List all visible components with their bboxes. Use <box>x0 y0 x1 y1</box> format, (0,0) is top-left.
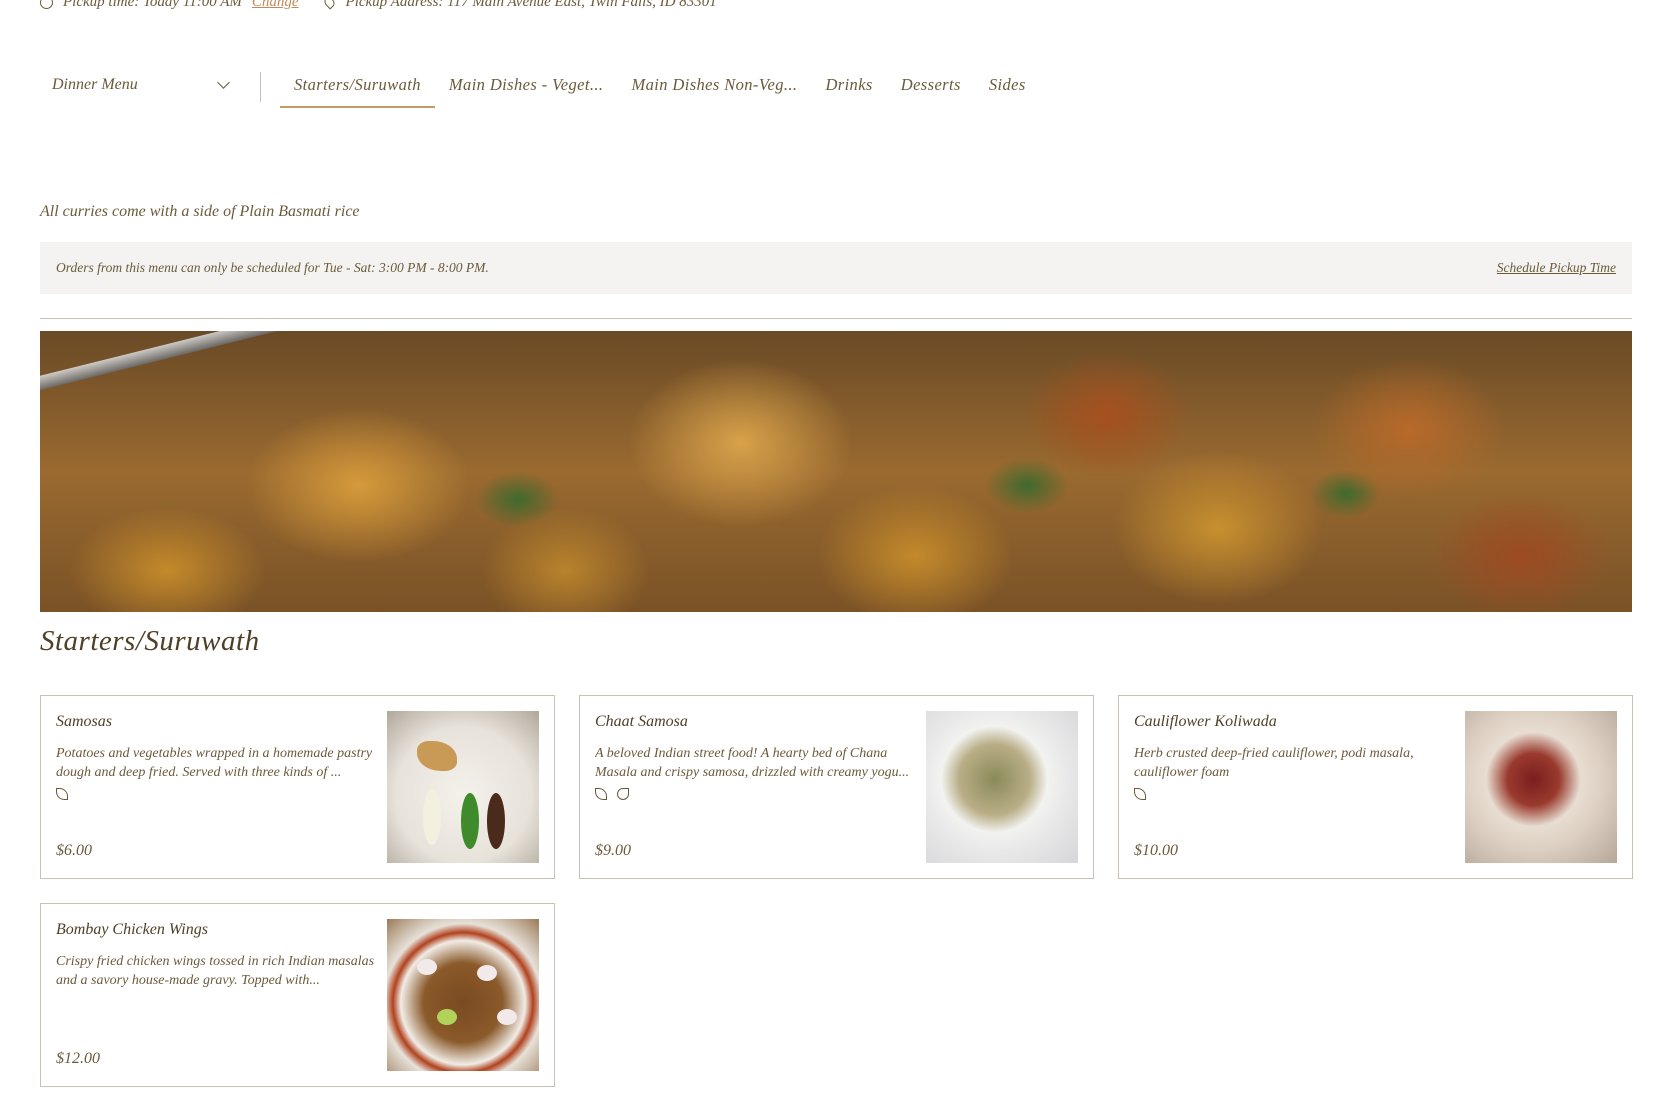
pickup-address: Pickup Address: 117 Main Avenue East, Tw… <box>345 0 717 10</box>
item-price: $6.00 <box>56 842 92 859</box>
menu-dropdown[interactable]: Dinner Menu <box>40 70 230 100</box>
schedule-pickup-link[interactable]: Schedule Pickup Time <box>1497 260 1616 276</box>
tab-sides[interactable]: Sides <box>975 66 1040 108</box>
vertical-divider <box>260 72 261 102</box>
spicy-icon <box>617 788 629 800</box>
item-image <box>926 711 1078 863</box>
item-description: A beloved Indian street food! A hearty b… <box>595 746 910 780</box>
item-image <box>1465 711 1617 863</box>
clock-icon <box>40 0 53 9</box>
tab-main-vegetarian[interactable]: Main Dishes - Veget... <box>435 66 618 108</box>
item-image <box>387 919 539 1071</box>
chevron-down-icon <box>217 76 230 89</box>
item-price: $9.00 <box>595 842 631 859</box>
section-banner-image <box>40 331 1632 612</box>
item-tags <box>1134 788 1146 800</box>
menu-item-card-bombay-chicken-wings[interactable]: Bombay Chicken Wings Crispy fried chicke… <box>40 903 555 1087</box>
menu-item-card-chaat-samosa[interactable]: Chaat Samosa A beloved Indian street foo… <box>579 695 1094 879</box>
vegetarian-icon <box>56 788 68 800</box>
item-name: Chaat Samosa <box>595 713 688 730</box>
section-title: Starters/Suruwath <box>40 625 260 657</box>
vegetarian-icon <box>1134 788 1146 800</box>
item-price: $12.00 <box>56 1050 100 1067</box>
menu-note: All curries come with a side of Plain Ba… <box>40 203 360 220</box>
tab-desserts[interactable]: Desserts <box>887 66 975 108</box>
menu-item-card-samosas[interactable]: Samosas Potatoes and vegetables wrapped … <box>40 695 555 879</box>
tab-main-non-veg[interactable]: Main Dishes Non-Veg... <box>617 66 811 108</box>
menu-navigation: Dinner Menu Starters/Suruwath Main Dishe… <box>40 66 1632 110</box>
item-description: Crispy fried chicken wings tossed in ric… <box>56 954 375 988</box>
menu-item-card-cauliflower-koliwada[interactable]: Cauliflower Koliwada Herb crusted deep-f… <box>1118 695 1633 879</box>
vegetarian-icon <box>595 788 607 800</box>
change-pickup-link[interactable]: Change <box>252 0 299 11</box>
schedule-message: Orders from this menu can only be schedu… <box>56 260 489 275</box>
tab-drinks[interactable]: Drinks <box>811 66 886 108</box>
item-name: Bombay Chicken Wings <box>56 921 208 938</box>
item-price: $10.00 <box>1134 842 1178 859</box>
menu-dropdown-value: Dinner Menu <box>52 76 138 93</box>
schedule-notice: Orders from this menu can only be schedu… <box>40 242 1632 294</box>
pickup-info-bar: Pickup time: Today 11:00 AM Change Picku… <box>40 0 723 12</box>
item-description: Herb crusted deep-fried cauliflower, pod… <box>1134 746 1414 780</box>
category-tabs: Starters/Suruwath Main Dishes - Veget...… <box>280 66 1040 108</box>
item-image <box>387 711 539 863</box>
tab-starters[interactable]: Starters/Suruwath <box>280 66 435 108</box>
item-name: Cauliflower Koliwada <box>1134 713 1277 730</box>
pickup-time: Pickup time: Today 11:00 AM <box>63 0 242 10</box>
item-name: Samosas <box>56 713 113 730</box>
item-tags <box>56 788 68 800</box>
item-tags <box>595 788 629 800</box>
location-pin-icon <box>321 0 337 10</box>
item-description: Potatoes and vegetables wrapped in a hom… <box>56 746 373 780</box>
section-divider <box>40 318 1632 319</box>
fork-graphic <box>40 331 527 395</box>
